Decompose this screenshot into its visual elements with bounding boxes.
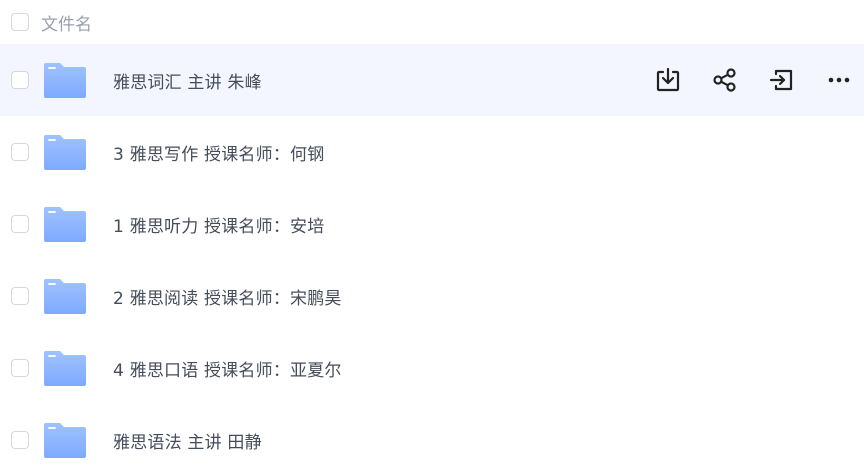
file-name[interactable]: 2 雅思阅读 授课名师：宋鹏昊 [113,284,342,309]
select-all-checkbox[interactable] [11,13,29,31]
row-actions [626,44,854,116]
more-icon [828,77,850,83]
folder-icon [44,351,86,386]
folder-icon [44,207,86,242]
download-icon [656,67,680,92]
file-row[interactable]: 2 雅思阅读 授课名师：宋鹏昊 [0,260,864,332]
download-button[interactable] [653,65,683,95]
file-name[interactable]: 4 雅思口语 授课名师：亚夏尔 [113,356,342,381]
move-to-icon [769,69,793,91]
folder-icon [44,135,86,170]
file-list-header: 文件名 [0,0,864,44]
share-button[interactable] [710,65,740,95]
file-list: 文件名 雅思词汇 主讲 朱峰 3 雅思写作 授课名师：何钢 1 雅思听力 授课名… [0,0,864,476]
file-row[interactable]: 雅思词汇 主讲 朱峰 [0,44,864,116]
file-row[interactable]: 1 雅思听力 授课名师：安培 [0,188,864,260]
folder-icon [44,423,86,458]
folder-icon [44,279,86,314]
row-checkbox[interactable] [11,431,29,449]
file-name[interactable]: 3 雅思写作 授课名师：何钢 [113,140,324,165]
file-name[interactable]: 雅思语法 主讲 田静 [113,428,262,453]
move-button[interactable] [767,65,797,95]
row-checkbox[interactable] [11,287,29,305]
row-checkbox[interactable] [11,215,29,233]
filename-column-header[interactable]: 文件名 [41,10,92,35]
file-row[interactable]: 4 雅思口语 授课名师：亚夏尔 [0,332,864,404]
share-icon [713,68,736,92]
folder-icon [44,63,86,98]
row-checkbox[interactable] [11,359,29,377]
file-row[interactable]: 3 雅思写作 授课名师：何钢 [0,116,864,188]
file-name[interactable]: 1 雅思听力 授课名师：安培 [113,212,324,237]
file-row[interactable]: 雅思语法 主讲 田静 [0,404,864,476]
row-checkbox[interactable] [11,71,29,89]
row-checkbox[interactable] [11,143,29,161]
more-button[interactable] [824,65,854,95]
file-name[interactable]: 雅思词汇 主讲 朱峰 [113,68,262,93]
